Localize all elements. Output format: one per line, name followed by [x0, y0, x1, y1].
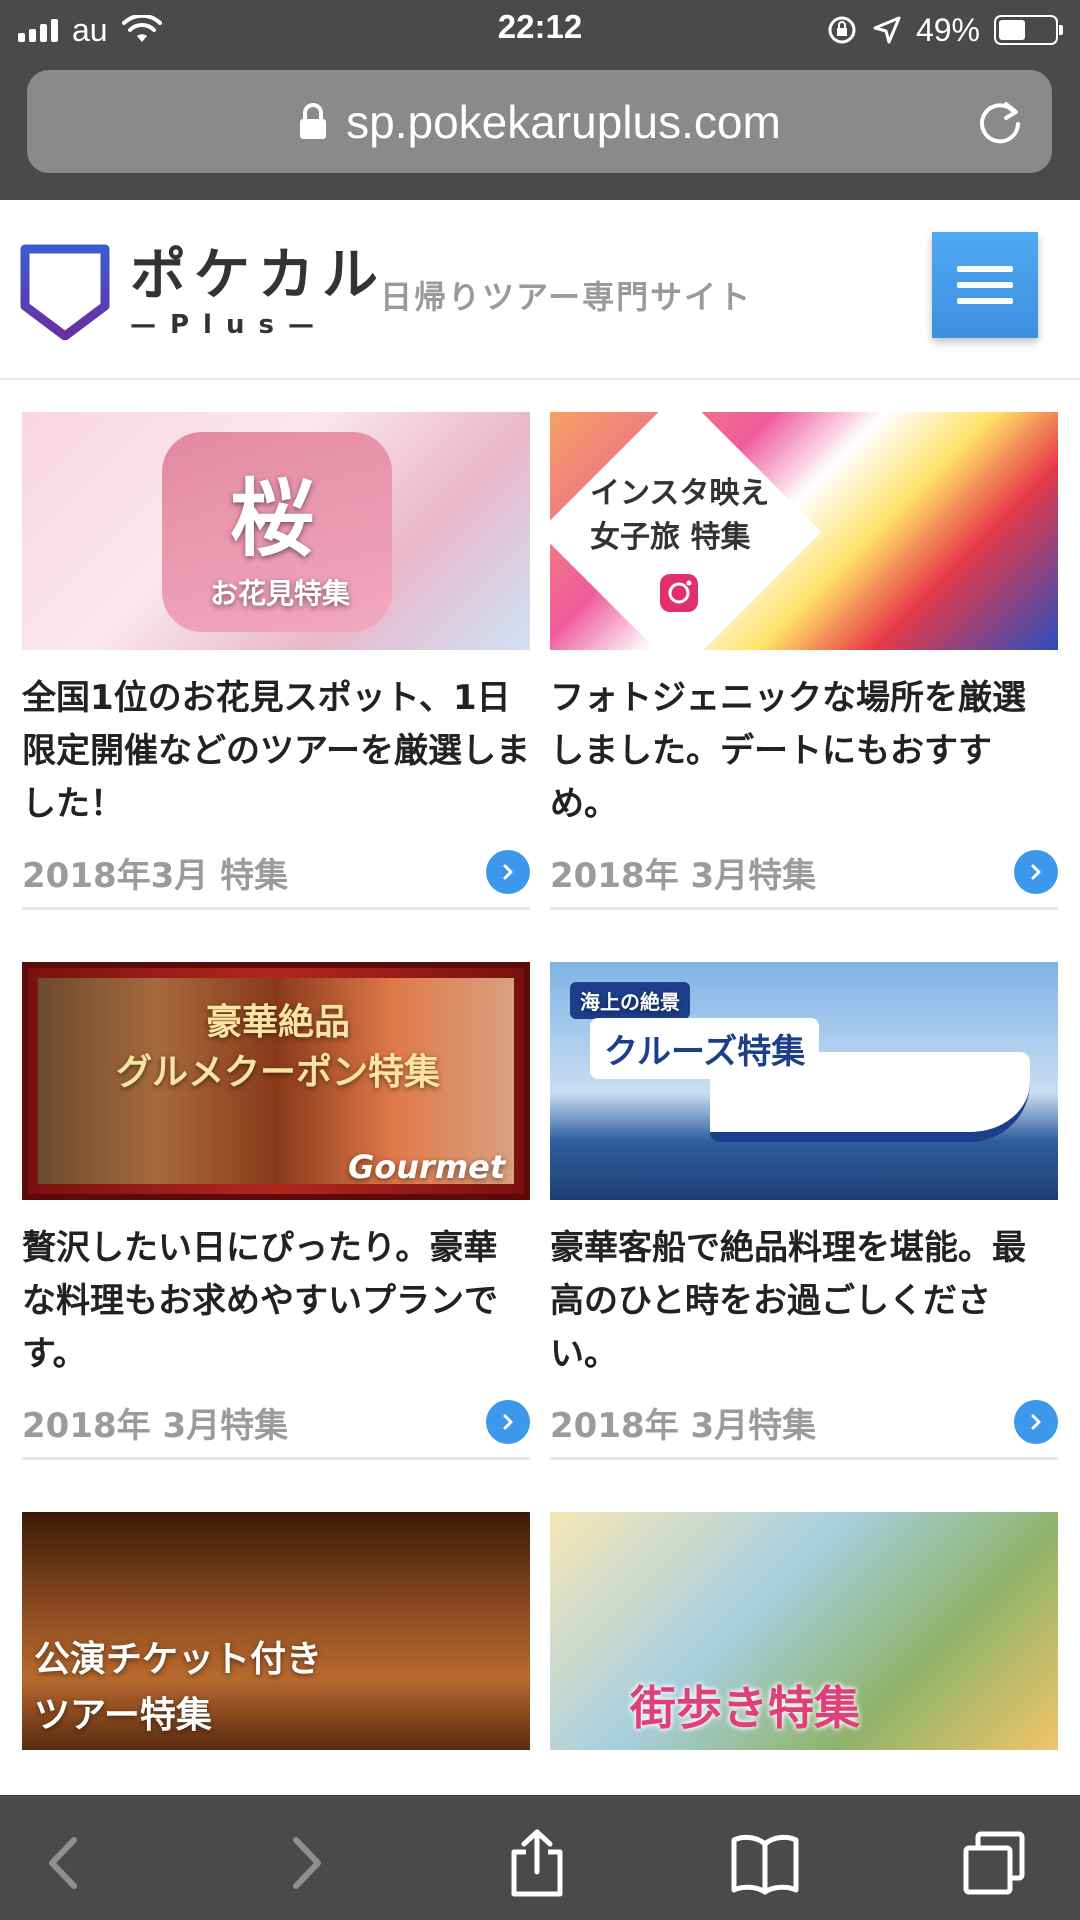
bookmarks-icon[interactable]: [730, 1828, 800, 1898]
feature-grid: 桜 お花見特集 全国1位のお花見スポット、1日限定開催などのツアーを厳選しました…: [22, 412, 1058, 1750]
brand-subtitle: —Plus—: [130, 310, 328, 340]
card-more-button[interactable]: [486, 850, 530, 894]
back-icon[interactable]: [30, 1828, 100, 1898]
card-date: 2018年 3月特集: [22, 1406, 289, 1446]
browser-toolbar: [0, 1795, 1080, 1920]
card-thumbnail[interactable]: インスタ映え 女子旅 特集: [550, 412, 1058, 650]
menu-line-icon: [957, 266, 1013, 272]
chevron-right-icon: [503, 864, 513, 880]
feature-card-theater[interactable]: 公演チケット付き ツアー特集: [22, 1512, 530, 1750]
brand-name: ポケカル: [130, 243, 386, 308]
rotation-lock-icon: [828, 16, 856, 44]
card-thumbnail[interactable]: 海上の絶景 クルーズ特集: [550, 962, 1058, 1200]
card-more-button[interactable]: [1014, 850, 1058, 894]
card-more-button[interactable]: [1014, 1400, 1058, 1444]
card-footer: 2018年 3月特集: [550, 832, 1058, 910]
thumb-title: 豪華絶品 グルメクーポン特集: [115, 1002, 440, 1093]
thumb-title: インスタ映え 女子旅 特集: [590, 476, 770, 555]
tabs-icon[interactable]: [960, 1828, 1030, 1898]
brand-logo[interactable]: ポケカル —Plus—: [130, 243, 386, 341]
site-header: ポケカル —Plus— 日帰りツアー専門サイト: [0, 200, 1080, 380]
card-thumbnail[interactable]: 街歩き特集: [550, 1512, 1058, 1750]
card-footer: 2018年 3月特集: [22, 1382, 530, 1460]
thumb-title: 公演チケット付き ツアー特集: [34, 1639, 323, 1736]
card-thumbnail[interactable]: 桜 お花見特集: [22, 412, 530, 650]
card-footer: 2018年3月 特集: [22, 832, 530, 910]
share-icon[interactable]: [502, 1828, 572, 1898]
lock-icon: [300, 102, 327, 139]
battery-icon: [994, 15, 1063, 45]
chevron-right-icon: [1031, 1414, 1041, 1430]
thumb-title: クルーズ特集: [590, 1018, 820, 1079]
status-bar: au 22:12 49%: [0, 0, 1080, 60]
card-description: 豪華客船で絶品料理を堪能。最高のひと時をお過ごしください。: [550, 1228, 1026, 1374]
reload-icon[interactable]: [974, 96, 1026, 148]
card-description: 全国1位のお花見スポット、1日限定開催などのツアーを厳選しました！: [22, 678, 530, 824]
thumb-subtitle: Gourmet: [348, 1148, 506, 1186]
feature-card-town-walk[interactable]: 街歩き特集: [550, 1512, 1058, 1750]
card-date: 2018年 3月特集: [550, 856, 817, 896]
card-thumbnail[interactable]: 豪華絶品 グルメクーポン特集 Gourmet: [22, 962, 530, 1200]
card-thumbnail[interactable]: 公演チケット付き ツアー特集: [22, 1512, 530, 1750]
feature-card-sakura[interactable]: 桜 お花見特集 全国1位のお花見スポット、1日限定開催などのツアーを厳選しました…: [22, 412, 530, 910]
url-text: sp.pokekaruplus.com: [346, 95, 781, 148]
card-description: 贅沢したい日にぴったり。豪華な料理もお求めやすいプランです。: [22, 1228, 498, 1374]
feature-card-cruise[interactable]: 海上の絶景 クルーズ特集 豪華客船で絶品料理を堪能。最高のひと時をお過ごしくださ…: [550, 962, 1058, 1460]
browser-chrome: au 22:12 49% sp.pokekaruplus.com: [0, 0, 1080, 200]
chevron-right-icon: [1031, 864, 1041, 880]
status-right: 49%: [826, 10, 1063, 50]
location-arrow-icon: [873, 16, 901, 44]
card-footer: 2018年 3月特集: [550, 1382, 1058, 1460]
logo-shield-icon[interactable]: [20, 244, 110, 340]
thumb-subtitle: お花見特集: [210, 577, 351, 610]
feature-card-instagram[interactable]: インスタ映え 女子旅 特集 フォトジェニックな場所を厳選しました。デートにもおす…: [550, 412, 1058, 910]
menu-line-icon: [957, 298, 1013, 304]
feature-card-gourmet[interactable]: 豪華絶品 グルメクーポン特集 Gourmet 贅沢したい日にぴったり。豪華な料理…: [22, 962, 530, 1460]
instagram-icon: [660, 574, 698, 612]
forward-icon[interactable]: [270, 1828, 340, 1898]
site-tagline: 日帰りツアー専門サイト: [380, 278, 753, 316]
card-more-button[interactable]: [486, 1400, 530, 1444]
chevron-right-icon: [503, 1414, 513, 1430]
hamburger-menu-button[interactable]: [932, 232, 1038, 338]
thumb-subtitle: 海上の絶景: [570, 982, 690, 1019]
card-description: フォトジェニックな場所を厳選しました。デートにもおすすめ。: [550, 678, 1026, 824]
thumb-title: 桜: [230, 470, 315, 568]
menu-line-icon: [957, 282, 1013, 288]
thumb-title: 街歩き特集: [630, 1681, 860, 1735]
card-date: 2018年3月 特集: [22, 856, 289, 896]
card-date: 2018年 3月特集: [550, 1406, 817, 1446]
address-bar[interactable]: sp.pokekaruplus.com: [27, 70, 1052, 173]
battery-percent: 49%: [915, 11, 980, 48]
